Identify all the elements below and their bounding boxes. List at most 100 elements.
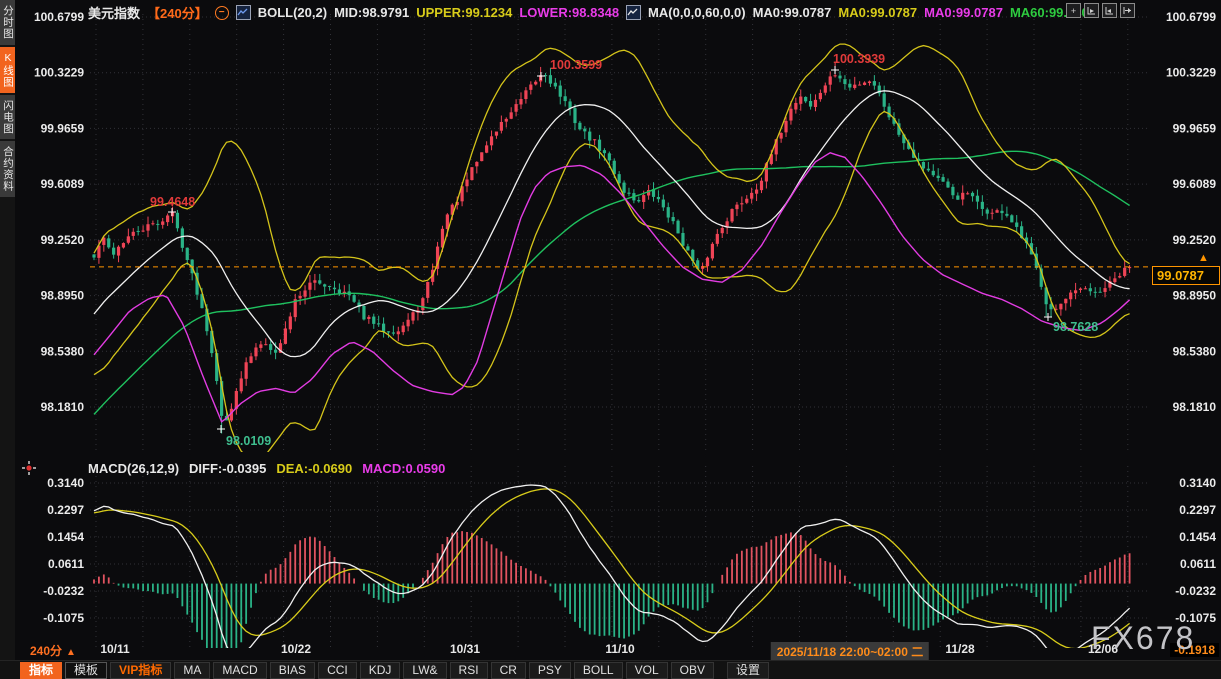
x-axis-period-label[interactable]: 240分▲ <box>30 642 76 659</box>
toolbar-button-vip[interactable]: VIP指标 <box>110 662 171 679</box>
ma-label: MA(0,0,0,60,0,0) <box>648 5 746 20</box>
x-axis-date-label: 10/11 <box>100 642 129 656</box>
toolbar-button-rsi[interactable]: RSI <box>450 662 488 679</box>
crosshair-move-icon[interactable]: + <box>1066 3 1081 18</box>
toolbar-button-[interactable]: 指标 <box>20 662 62 679</box>
chart-app-window: 100.6799 100.6799 100.3229 100.3229 99.9659 9… <box>0 0 1221 679</box>
candles-layer <box>92 62 1131 434</box>
collapse-icon[interactable]: − <box>215 6 229 20</box>
axis-label: 0.0611 <box>48 557 84 571</box>
x-axis-date-label: 12/06 <box>1088 642 1118 656</box>
x-axis-date-label: 11/10 <box>605 642 634 656</box>
x-axis: 240分▲ 10/11 10/22 10/31 11/10 2025/11/18 22:… <box>0 642 1221 659</box>
x-axis-date-label: 10/31 <box>450 642 480 656</box>
ma-chart-icon[interactable] <box>626 5 641 20</box>
x-axis-date-label: 10/22 <box>281 642 311 656</box>
low-annotation: 98.0109 <box>226 434 271 448</box>
axis-label: 98.5380 <box>1173 344 1217 358</box>
axis-label: 0.0611 <box>1180 557 1216 571</box>
period-label: 【240分】 <box>147 3 208 22</box>
sidebar-item-1[interactable]: 分时图 <box>0 0 15 45</box>
axis-label: 0.1454 <box>47 530 84 544</box>
axis-label: -0.0232 <box>43 584 84 598</box>
axis-label: 100.6799 <box>34 10 84 24</box>
toolbar-button-bias[interactable]: BIAS <box>270 662 315 679</box>
macd-diff-value: DIFF:-0.0395 <box>189 461 266 476</box>
toolbar-button-obv[interactable]: OBV <box>671 662 714 679</box>
x-axis-selected-date: 2025/11/18 22:00~02:00 二 <box>771 642 929 661</box>
ma0-value-3: MA0:99.0787 <box>924 5 1003 20</box>
indicator-header: 美元指数 【240分】 − BOLL(20,2) MID:98.9791 UPP… <box>88 3 1096 22</box>
macd-value: MACD:0.0590 <box>362 461 445 476</box>
pan-right-icon[interactable] <box>1120 3 1135 18</box>
axis-label: 0.3140 <box>1179 476 1216 490</box>
high-annotation: 100.3939 <box>833 52 885 66</box>
axis-label: 98.8950 <box>41 289 85 303</box>
main-chart[interactable]: 100.6799 100.6799 100.3229 100.3229 99.9659 9… <box>0 0 1221 679</box>
toolbar-button-kdj[interactable]: KDJ <box>360 662 401 679</box>
axis-label: -0.1075 <box>1175 611 1216 625</box>
boll-chart-icon[interactable] <box>236 5 251 20</box>
axis-label: 99.2520 <box>41 233 85 247</box>
axis-label: 99.6089 <box>41 177 85 191</box>
axis-label: 99.9659 <box>1173 121 1217 135</box>
toolbar-button-cr[interactable]: CR <box>491 662 526 679</box>
grid-lines <box>90 14 1150 648</box>
toolbar-button-cci[interactable]: CCI <box>318 662 357 679</box>
axis-label: 99.2520 <box>1173 233 1217 247</box>
axis-label: 98.5380 <box>41 344 85 358</box>
boll-upper-value: UPPER:99.1234 <box>416 5 512 20</box>
toolbar-button-lw[interactable]: LW& <box>403 662 446 679</box>
axis-label: 0.3140 <box>47 476 84 490</box>
boll-lower-value: LOWER:98.8348 <box>519 5 619 20</box>
toolbar-button-[interactable]: 模板 <box>65 662 107 679</box>
toolbar-button-macd[interactable]: MACD <box>213 662 266 679</box>
price-annotations: 99.4648 100.3599 100.3939 98.0109 98.7628 <box>150 52 1098 448</box>
axis-label: 98.1810 <box>41 400 85 414</box>
axis-label: 98.1810 <box>1173 400 1217 414</box>
macd-indicator-header: MACD(26,12,9) DIFF:-0.0395 DEA:-0.0690 M… <box>88 461 445 476</box>
axis-label: -0.0232 <box>1175 584 1216 598</box>
chart-layout-toolbar: + <box>1066 3 1135 18</box>
macd-pane-settings-icon[interactable] <box>22 461 36 475</box>
axis-label: 0.2297 <box>47 503 84 517</box>
high-annotation: 99.4648 <box>150 195 195 209</box>
boll-mid-value: MID:98.9791 <box>334 5 409 20</box>
symbol-title: 美元指数 <box>88 3 140 22</box>
axis-label: 100.6799 <box>1166 10 1216 24</box>
sidebar-item-3[interactable]: 闪电图 <box>0 95 15 140</box>
high-annotation: 100.3599 <box>550 58 602 72</box>
boll-label: BOLL(20,2) <box>258 5 327 20</box>
axis-label: 100.3229 <box>34 66 84 80</box>
axis-label: 0.2297 <box>1179 503 1216 517</box>
low-annotation: 98.7628 <box>1053 320 1098 334</box>
toolbar-button-boll[interactable]: BOLL <box>574 662 623 679</box>
macd-params-label: MACD(26,12,9) <box>88 461 179 476</box>
axis-label: 0.1454 <box>1179 530 1216 544</box>
axis-labels: 100.6799 100.6799 100.3229 100.3229 99.9659 9… <box>34 10 1216 625</box>
sidebar-item-4[interactable]: 合约资料 <box>0 141 15 197</box>
x-axis-date-label: 11/28 <box>945 642 974 656</box>
price-up-arrow-icon: ▲ <box>1198 252 1209 264</box>
zoom-out-axis-icon[interactable] <box>1102 3 1117 18</box>
toolbar-button-vol[interactable]: VOL <box>626 662 668 679</box>
axis-label: 99.6089 <box>1173 177 1217 191</box>
macd-corner-value: -0.1918 <box>1170 643 1219 657</box>
toolbar-button-[interactable]: 设置 <box>727 662 769 679</box>
axis-label: 100.3229 <box>1166 66 1216 80</box>
zoom-in-axis-icon[interactable] <box>1084 3 1099 18</box>
toolbar-button-ma[interactable]: MA <box>174 662 210 679</box>
sidebar-item-2[interactable]: K线图 <box>0 47 15 93</box>
macd-dea-value: DEA:-0.0690 <box>276 461 352 476</box>
ma0-value-1: MA0:99.0787 <box>753 5 832 20</box>
current-price-tag: 99.0787 <box>1152 266 1220 285</box>
overlay-lines-layer <box>94 44 1130 459</box>
axis-label: -0.1075 <box>43 611 84 625</box>
axis-label: 98.8950 <box>1173 289 1217 303</box>
indicator-toolbar: 指标模板VIP指标MAMACDBIASCCIKDJLW&RSICRPSYBOLL… <box>0 660 1221 679</box>
period-dropdown-icon: ▲ <box>66 647 76 658</box>
axis-label: 99.9659 <box>41 121 85 135</box>
ma0-value-2: MA0:99.0787 <box>838 5 917 20</box>
toolbar-button-psy[interactable]: PSY <box>529 662 571 679</box>
chart-type-sidebar: 分时图 K线图闪电图合约资料 <box>0 0 15 679</box>
